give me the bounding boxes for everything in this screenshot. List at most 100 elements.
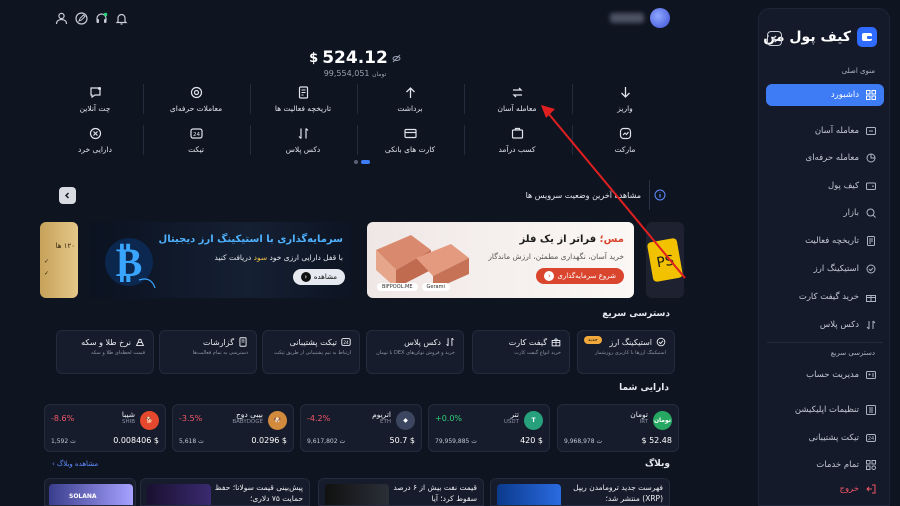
hide-balance-icon[interactable] xyxy=(392,54,401,63)
dex-icon xyxy=(865,320,876,331)
tag-bifpool: BIFPOOL.ME xyxy=(377,283,418,291)
quick-access-card-title: استیکینگ ارز xyxy=(609,337,652,347)
edit-icon[interactable] xyxy=(75,12,88,25)
sidebar-item-wallet[interactable]: کیف پول xyxy=(766,175,884,197)
quick-access-card-staking[interactable]: استیکینگ ارز استیکینگ ارزها با کاربری روز… xyxy=(577,330,675,374)
quick-access-card-desc: قیمت لحظه‌ای طلا و سکه xyxy=(91,350,145,356)
blog-card[interactable]: SOLANA xyxy=(44,478,136,506)
action-history[interactable]: تاریخچه فعالیت ها xyxy=(258,86,348,113)
asset-change: +0.0% xyxy=(435,414,463,423)
banner-gold-partial[interactable]: ۱۲۰ ها ✓ ✓ xyxy=(40,222,78,298)
blog-card[interactable]: فهرست جدید ترومامدن ریپل (XRP) منتشر شد؛ xyxy=(490,478,670,506)
swap-icon xyxy=(865,126,876,137)
quick-access-card-dex[interactable]: دکس پلاس خرید و فروش توکن‌های DEX با توما… xyxy=(366,330,464,374)
blog-card[interactable]: پیش‌بینی قیمت سولانا؛ حفظ حمایت ۷۵ دلاری… xyxy=(140,478,310,506)
sidebar-item-gift-card[interactable]: خرید گیفت کارت xyxy=(766,286,884,308)
asset-card-babydoge[interactable]: 🐶 بیبی دوج BABYDOGE -3.5% 0.0296 $ 5,618 ت xyxy=(172,404,294,452)
sidebar-item-dashboard[interactable]: داشبورد xyxy=(766,84,884,106)
action-label: واریز xyxy=(617,104,633,113)
service-status-text[interactable]: مشاهده آخرین وضعیت سرویس ها xyxy=(526,191,641,200)
asset-symbol: BABYDOGE xyxy=(232,419,263,425)
banner-copper-subtitle: خرید آسان، نگهداری مطمئن، ارزش ماندگار xyxy=(488,252,624,261)
action-chat[interactable]: چت آنلاین xyxy=(50,86,140,113)
banner-copper-button[interactable]: شروع سرمایه‌گذاری ‹ xyxy=(536,268,624,284)
carousel-dot-active[interactable] xyxy=(361,160,370,164)
sidebar-item-account[interactable]: مدیریت حساب xyxy=(766,364,884,386)
blog-card[interactable]: قیمت نفت بیش از ۶ درصد سقوط کرد؛ آیا xyxy=(318,478,484,506)
user-profile[interactable]: ●●●●● xyxy=(610,8,670,28)
asset-card-eth[interactable]: ◆ اتریوم ETH -4.2% 50.7 $ 9,617,802 ت xyxy=(300,404,422,452)
services-icon xyxy=(865,460,876,471)
asset-value-usd: 0.008406 $ xyxy=(113,436,159,445)
carousel-dot[interactable] xyxy=(354,160,358,164)
asset-symbol: USDT xyxy=(503,419,519,425)
headset-icon[interactable] xyxy=(95,12,108,25)
quick-access-card-gold[interactable]: نرخ طلا و سکه قیمت لحظه‌ای طلا و سکه xyxy=(56,330,154,374)
svg-text:24: 24 xyxy=(343,340,349,345)
action-withdraw[interactable]: برداشت xyxy=(365,86,455,113)
quick-access-title: دسترسی سریع xyxy=(602,309,670,319)
asset-change: -3.5% xyxy=(179,414,203,423)
banner-copper[interactable]: BIFPOOL.ME Gerami مس؛ فراتر از یک فلز خر… xyxy=(367,222,634,298)
gold-icon xyxy=(135,337,145,347)
action-trade[interactable]: معاملات حرفه‌ای xyxy=(151,86,241,113)
action-dust[interactable]: دارایی خرد xyxy=(50,127,140,154)
sidebar-item-dex-plus[interactable]: دکس پلاس xyxy=(766,314,884,336)
banner-copper-title-main: فراتر از یک فلز xyxy=(519,234,597,245)
view-blog-link[interactable]: مشاهده وبلاگ › xyxy=(52,460,98,468)
banner-playstation-partial[interactable]: PS xyxy=(646,222,684,298)
action-label: دارایی خرد xyxy=(78,145,112,154)
card-icon xyxy=(403,127,417,140)
sidebar-item-logout[interactable]: خروج xyxy=(766,478,884,500)
banner-sub-part: دریافت کنید xyxy=(214,253,254,262)
sidebar-item-all-services[interactable]: تمام خدمات xyxy=(766,454,884,476)
asset-change: -8.6% xyxy=(51,414,75,423)
quick-access-card-ticket[interactable]: 24 تیکت پشتیبانی ارتباط به تیم پشتیبانی از… xyxy=(262,330,360,374)
action-card[interactable]: کارت های بانکی xyxy=(365,127,455,154)
asset-value-toman: 5,618 ت xyxy=(179,438,204,445)
banner-staking-button[interactable]: مشاهده ‹ xyxy=(292,269,345,285)
asset-value-usd: 50.7 $ xyxy=(389,436,415,445)
asset-card-usdt[interactable]: T تتر USDT +0.0% 420 $ 79,959,885 ت xyxy=(428,404,550,452)
asset-card-irt[interactable]: تومان تومان IRT $ 52.48 9,968,978 ت xyxy=(557,404,679,452)
asset-card-shib[interactable]: 🐕 شیبا SHIB -8.6% 0.008406 $ 1,592 ت xyxy=(44,404,166,452)
banner-staking[interactable]: ₿ سرمایه‌گذاری با استیکینگ ارز دیجیتال ب… xyxy=(89,222,355,298)
profile-icon[interactable] xyxy=(55,12,68,25)
sidebar-item-history[interactable]: تاریخچه فعالیت xyxy=(766,230,884,252)
divider xyxy=(572,125,573,155)
sidebar-item-pro-trade[interactable]: معامله حرفه‌ای xyxy=(766,147,884,169)
gift-icon xyxy=(865,292,876,303)
action-market[interactable]: مارکت xyxy=(580,127,670,154)
coin-icon: 🐕 xyxy=(140,411,159,430)
sidebar-collapse-button[interactable] xyxy=(767,31,782,46)
sidebar-item-support-ticket[interactable]: 24 تیکت پشتیبانی xyxy=(766,427,884,449)
chevron-left-icon[interactable] xyxy=(59,186,76,204)
action-dex[interactable]: دکس پلاس xyxy=(258,127,348,154)
asset-name: بیبی دوج xyxy=(235,410,263,419)
sidebar-item-easy-trade[interactable]: معامله آسان xyxy=(766,120,884,142)
bitcoin-illustration: ₿ xyxy=(99,228,161,292)
banner-gold-text: ۱۲۰ ها xyxy=(55,242,75,250)
service-status-bar[interactable]: مشاهده آخرین وضعیت سرویس ها xyxy=(56,180,669,210)
action-earn[interactable]: کسب درآمد xyxy=(472,127,562,154)
sidebar-item-label: تیکت پشتیبانی xyxy=(808,433,859,443)
asset-name: اتریوم xyxy=(372,410,391,419)
quick-access-card-gift[interactable]: گیفت کارت خرید انواع گیفت کارت xyxy=(472,330,570,374)
action-deposit[interactable]: واریز xyxy=(580,86,670,113)
quick-access-card-desc: ارتباط به تیم پشتیبانی از طریق تیکت xyxy=(274,350,351,356)
bell-icon[interactable] xyxy=(115,12,128,25)
sidebar-item-market[interactable]: بازار xyxy=(766,202,884,224)
sidebar-item-settings[interactable]: تنظیمات اپلیکیشن xyxy=(766,399,884,421)
asset-value-usd: 0.0296 $ xyxy=(251,436,287,445)
ticket-icon: 24 xyxy=(865,433,876,444)
quick-access-card-title: نرخ طلا و سکه xyxy=(81,337,131,347)
sidebar-item-staking[interactable]: استیکینگ ارز xyxy=(766,258,884,280)
action-ticket[interactable]: 24 تیکت xyxy=(151,127,241,154)
action-label: چت آنلاین xyxy=(79,104,111,113)
divider xyxy=(464,125,465,155)
sidebar-section-main: منوی اصلی xyxy=(841,67,875,75)
quick-access-card-report[interactable]: گزارشات دسترسی به تمام فعالیت‌ها xyxy=(159,330,257,374)
coin-glyph: 🐶 xyxy=(273,417,282,424)
action-swap[interactable]: معامله آسان xyxy=(472,86,562,113)
market-icon xyxy=(619,127,632,140)
